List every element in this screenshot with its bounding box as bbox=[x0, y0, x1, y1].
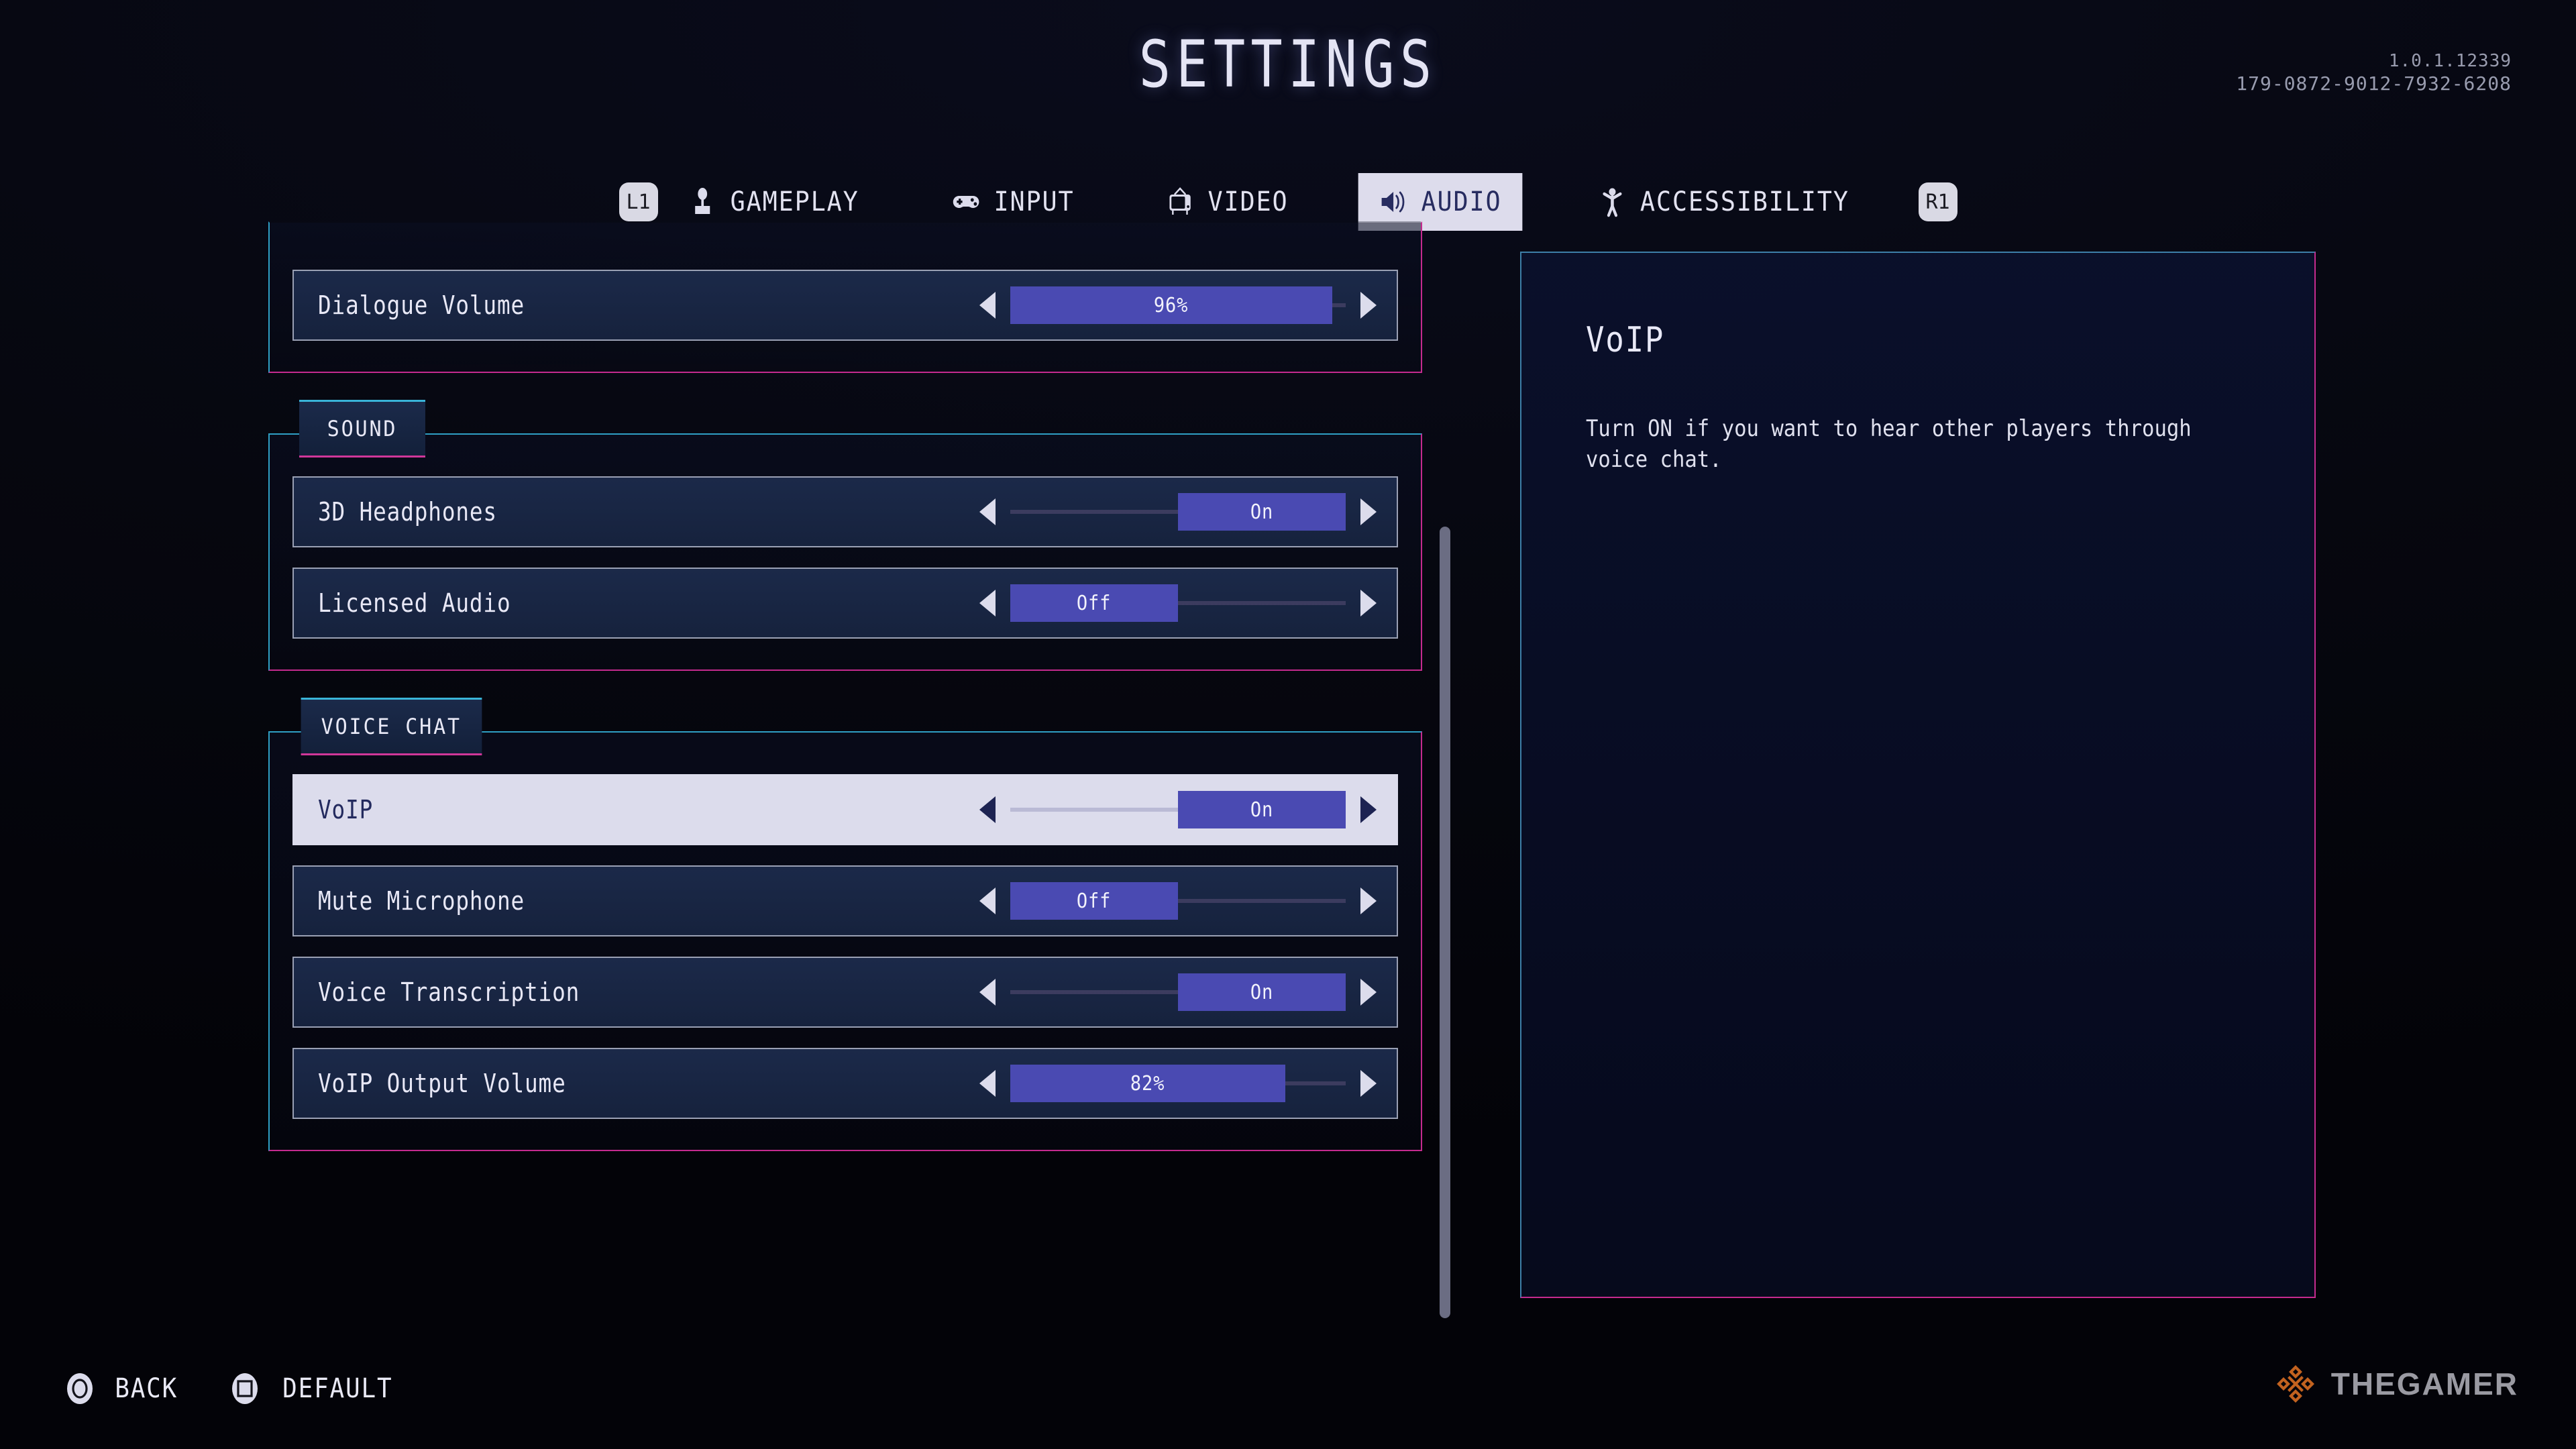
settings-scrollbar[interactable] bbox=[1440, 527, 1450, 1318]
setting-control[interactable]: On bbox=[977, 493, 1379, 531]
increase-arrow-icon[interactable] bbox=[1356, 290, 1379, 321]
tab-label: GAMEPLAY bbox=[730, 186, 859, 217]
toggle-track[interactable]: Off bbox=[1010, 584, 1346, 622]
setting-row-voip-output-volume[interactable]: VoIP Output Volume 82% bbox=[292, 1048, 1398, 1119]
setting-row-licensed-audio[interactable]: Licensed Audio Off bbox=[292, 568, 1398, 639]
toggle-fill: On bbox=[1178, 973, 1346, 1011]
slider-value: 96% bbox=[1154, 293, 1189, 317]
square-button-icon bbox=[229, 1371, 260, 1406]
decrease-arrow-icon[interactable] bbox=[977, 794, 1000, 825]
footer-prompts: BACK DEFAULT bbox=[64, 1371, 399, 1406]
toggle-value: On bbox=[1250, 980, 1274, 1004]
setting-row-voice-transcription[interactable]: Voice Transcription On bbox=[292, 957, 1398, 1028]
setting-label: Dialogue Volume bbox=[318, 290, 525, 320]
increase-arrow-icon[interactable] bbox=[1356, 885, 1379, 916]
settings-content: Dialogue Volume 96% SOUND 3D Headphones … bbox=[0, 221, 2576, 1318]
thegamer-wordmark: THEGAMER bbox=[2330, 1366, 2518, 1401]
version-block: 1.0.1.12339 179-0872-9012-7932-6208 bbox=[2236, 51, 2512, 95]
default-button-label: DEFAULT bbox=[282, 1373, 393, 1404]
thegamer-logo-icon bbox=[2275, 1363, 2316, 1405]
setting-control[interactable]: On bbox=[977, 973, 1379, 1011]
info-panel: VoIP Turn ON if you want to hear other p… bbox=[1520, 252, 2316, 1298]
slider-fill: 82% bbox=[1010, 1065, 1285, 1102]
toggle-value: Off bbox=[1077, 889, 1112, 913]
tab-label: AUDIO bbox=[1421, 186, 1502, 217]
circle-button-icon bbox=[64, 1371, 95, 1406]
default-button[interactable]: DEFAULT bbox=[229, 1371, 399, 1406]
toggle-value: On bbox=[1250, 798, 1274, 822]
setting-label: Mute Microphone bbox=[318, 886, 525, 916]
scrollbar-thumb[interactable] bbox=[1440, 527, 1450, 1318]
group-title-sound: SOUND bbox=[299, 400, 425, 458]
decrease-arrow-icon[interactable] bbox=[977, 588, 1000, 619]
increase-arrow-icon[interactable] bbox=[1356, 496, 1379, 527]
bumper-badge-r1[interactable]: R1 bbox=[1918, 182, 1957, 221]
decrease-arrow-icon[interactable] bbox=[977, 496, 1000, 527]
version-number: 1.0.1.12339 bbox=[2388, 51, 2512, 71]
toggle-fill: On bbox=[1178, 493, 1346, 531]
decrease-arrow-icon[interactable] bbox=[977, 977, 1000, 1008]
bumper-badge-l1[interactable]: L1 bbox=[619, 182, 658, 221]
toggle-track[interactable]: On bbox=[1010, 973, 1346, 1011]
toggle-value: On bbox=[1250, 500, 1274, 524]
television-icon bbox=[1166, 186, 1194, 217]
tab-accessibility[interactable]: ACCESSIBILITY bbox=[1577, 173, 1870, 231]
toggle-track[interactable]: On bbox=[1010, 791, 1346, 828]
toggle-track[interactable]: Off bbox=[1010, 882, 1346, 920]
increase-arrow-icon[interactable] bbox=[1356, 1068, 1379, 1099]
toggle-fill: Off bbox=[1010, 882, 1178, 920]
setting-control[interactable]: Off bbox=[977, 584, 1379, 622]
decrease-arrow-icon[interactable] bbox=[977, 290, 1000, 321]
page-title: SETTINGS bbox=[1138, 27, 1438, 102]
settings-group-sound: SOUND 3D Headphones On Licensed Audio Of… bbox=[268, 400, 1422, 671]
setting-control[interactable]: On bbox=[977, 791, 1379, 828]
setting-row-dialogue-volume[interactable]: Dialogue Volume 96% bbox=[292, 270, 1398, 341]
slider-track[interactable]: 96% bbox=[1010, 286, 1346, 324]
setting-label: Licensed Audio bbox=[318, 588, 511, 618]
decrease-arrow-icon[interactable] bbox=[977, 1068, 1000, 1099]
increase-arrow-icon[interactable] bbox=[1356, 588, 1379, 619]
watermark: THEGAMER bbox=[2275, 1363, 2518, 1405]
tab-label: VIDEO bbox=[1208, 186, 1289, 217]
speaker-icon bbox=[1379, 186, 1407, 217]
decrease-arrow-icon[interactable] bbox=[977, 885, 1000, 916]
settings-group-voice-chat: VOICE CHAT VoIP On Mute Microphone Off V… bbox=[268, 698, 1422, 1151]
toggle-fill: Off bbox=[1010, 584, 1178, 622]
setting-control[interactable]: Off bbox=[977, 882, 1379, 920]
gamepad-icon bbox=[952, 186, 980, 217]
setting-label: VoIP Output Volume bbox=[318, 1069, 566, 1098]
setting-control[interactable]: 82% bbox=[977, 1065, 1379, 1102]
increase-arrow-icon[interactable] bbox=[1356, 794, 1379, 825]
toggle-fill: On bbox=[1178, 791, 1346, 828]
settings-group-partial: Dialogue Volume 96% bbox=[268, 221, 1422, 373]
toggle-value: Off bbox=[1077, 591, 1112, 615]
setting-row-mute-microphone[interactable]: Mute Microphone Off bbox=[292, 865, 1398, 936]
session-id: 179-0872-9012-7932-6208 bbox=[2236, 72, 2512, 95]
group-title-voice-chat: VOICE CHAT bbox=[301, 698, 482, 755]
increase-arrow-icon[interactable] bbox=[1356, 977, 1379, 1008]
tab-label: ACCESSIBILITY bbox=[1640, 186, 1850, 217]
setting-row-3d-headphones[interactable]: 3D Headphones On bbox=[292, 476, 1398, 547]
slider-value: 82% bbox=[1130, 1071, 1165, 1095]
info-panel-description: Turn ON if you want to hear other player… bbox=[1586, 415, 2192, 473]
joystick-icon bbox=[688, 186, 716, 217]
back-button-label: BACK bbox=[115, 1373, 178, 1404]
settings-list: Dialogue Volume 96% SOUND 3D Headphones … bbox=[268, 221, 1422, 1315]
setting-row-voip[interactable]: VoIP On bbox=[292, 774, 1398, 845]
slider-track[interactable]: 82% bbox=[1010, 1065, 1346, 1102]
info-panel-title: VoIP bbox=[1586, 320, 1665, 360]
slider-fill: 96% bbox=[1010, 286, 1332, 324]
setting-label: 3D Headphones bbox=[318, 497, 497, 527]
setting-label: Voice Transcription bbox=[318, 977, 580, 1007]
back-button[interactable]: BACK bbox=[64, 1371, 181, 1406]
setting-control[interactable]: 96% bbox=[977, 286, 1379, 324]
setting-label: VoIP bbox=[318, 795, 374, 824]
tab-label: INPUT bbox=[994, 186, 1075, 217]
toggle-track[interactable]: On bbox=[1010, 493, 1346, 531]
settings-screen: SETTINGS 1.0.1.12339 179-0872-9012-7932-… bbox=[0, 0, 2576, 1449]
accessibility-person-icon bbox=[1599, 186, 1627, 217]
